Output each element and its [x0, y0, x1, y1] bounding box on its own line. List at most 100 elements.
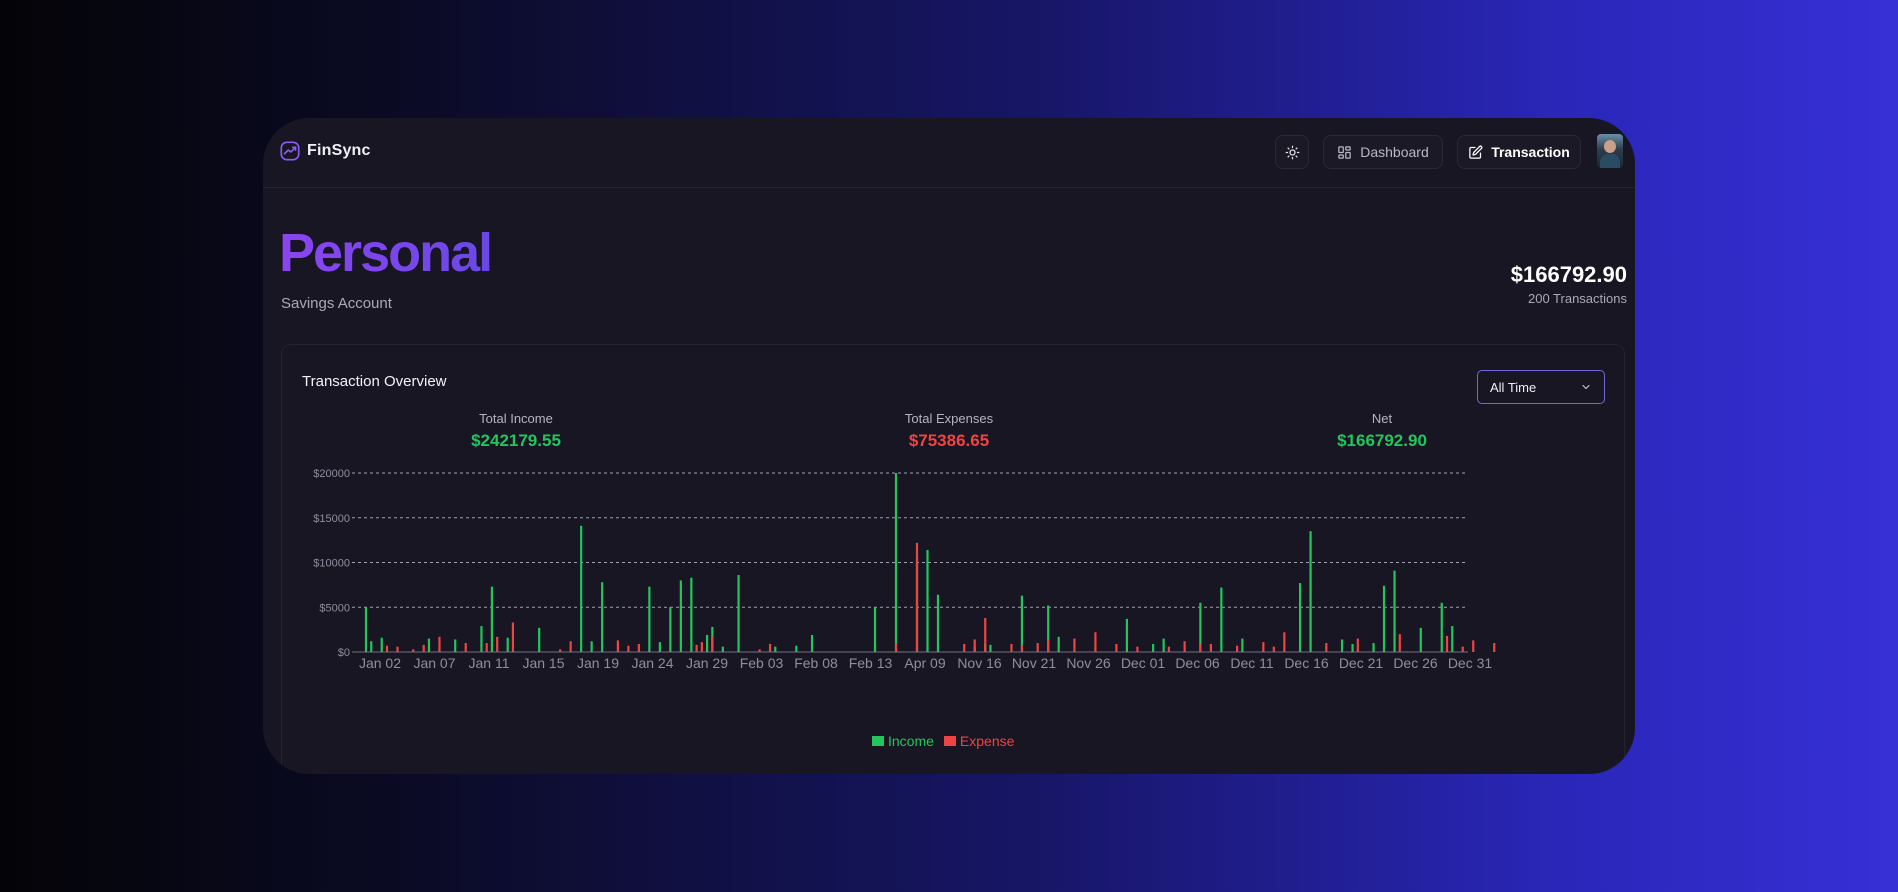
x-tick-label: Apr 09 — [904, 655, 945, 671]
income-bar — [580, 525, 583, 652]
x-tick-label: Feb 08 — [794, 655, 838, 671]
x-tick-label: Dec 06 — [1175, 655, 1220, 671]
expense-bar — [637, 643, 640, 652]
app-window: FinSync Dashboard Transaction Personal S… — [263, 118, 1635, 774]
expense-bar — [1010, 643, 1013, 652]
x-tick-label: Jan 02 — [359, 655, 401, 671]
expense-bar — [385, 645, 389, 652]
legend-income[interactable]: Income — [872, 733, 934, 749]
expense-bar — [768, 643, 772, 652]
theme-toggle-button[interactable] — [1275, 135, 1309, 169]
income-bar — [1351, 643, 1354, 652]
expense-bar — [1236, 645, 1239, 652]
expense-bar — [1461, 646, 1464, 652]
expense-bar — [569, 641, 572, 652]
income-bar — [364, 607, 368, 652]
income-bar — [590, 641, 593, 652]
brand[interactable]: FinSync — [279, 140, 371, 162]
expense-bar — [627, 645, 630, 652]
expense-bar — [1094, 632, 1097, 652]
income-bar — [1451, 626, 1454, 652]
income-bar — [1152, 643, 1155, 652]
expense-bar — [1020, 644, 1024, 652]
expense-bar — [1209, 643, 1212, 652]
income-bar — [1125, 618, 1129, 652]
income-bar — [1298, 583, 1302, 652]
x-tick-label: Feb 13 — [849, 655, 893, 671]
transactions-bar-chart: $0 $5000 $10000 $15000 $20000 Jan 02 Jan 07 Jan… — [313, 468, 1496, 671]
expense-bar — [1047, 639, 1050, 652]
income-bar — [737, 575, 740, 652]
income-bar — [1419, 627, 1422, 652]
income-bar — [427, 638, 431, 652]
x-tick-label: Jan 29 — [686, 655, 728, 671]
expense-bar — [438, 636, 441, 652]
income-bar — [506, 637, 509, 652]
expense-bar — [1073, 638, 1076, 652]
income-bar — [380, 637, 383, 652]
expense-bar — [396, 646, 399, 652]
y-tick-label: $5000 — [319, 602, 350, 614]
x-tick-label: Jan 19 — [577, 655, 619, 671]
expense-bar — [464, 643, 467, 652]
x-tick-label: Dec 11 — [1230, 655, 1274, 671]
transaction-count: 200 Transactions — [1527, 291, 1627, 306]
income-bar — [538, 627, 541, 652]
income-bar — [1372, 643, 1375, 652]
x-tick-label: Nov 16 — [957, 655, 1002, 671]
income-bar — [1309, 531, 1312, 652]
income-bar — [795, 645, 798, 652]
income-bar — [679, 580, 682, 652]
expense-bar — [1183, 641, 1186, 652]
income-bar — [1440, 602, 1443, 652]
x-tick-label: Nov 21 — [1012, 655, 1057, 671]
income-bar — [721, 646, 724, 652]
x-tick-label: Dec 01 — [1121, 655, 1166, 671]
income-bar — [810, 634, 814, 652]
expense-bar — [511, 622, 515, 652]
income-bar — [873, 607, 877, 652]
income-swatch — [872, 736, 884, 746]
account-balance: $166792.90 — [1510, 262, 1627, 287]
expense-bar — [616, 640, 619, 652]
user-avatar[interactable] — [1597, 134, 1623, 168]
dashboard-nav-button[interactable]: Dashboard — [1323, 135, 1443, 169]
expense-bar — [1445, 635, 1449, 652]
expense-bar — [1272, 646, 1275, 652]
top-navbar: FinSync Dashboard Transaction — [263, 118, 1635, 188]
expense-bar — [496, 636, 499, 652]
income-bar — [601, 582, 604, 652]
income-bar — [1241, 638, 1244, 652]
expense-bar — [963, 643, 966, 652]
y-tick-label: $20000 — [313, 468, 350, 480]
x-tick-label: Dec 26 — [1393, 655, 1438, 671]
x-tick-label: Dec 16 — [1284, 655, 1329, 671]
account-type: Savings Account — [281, 295, 392, 312]
legend-expense[interactable]: Expense — [943, 733, 1014, 749]
x-tick-label: Nov 26 — [1066, 655, 1111, 671]
expense-bar — [915, 542, 919, 652]
expense-bar — [1036, 643, 1039, 652]
page-title: Personal — [279, 223, 493, 283]
income-bar — [454, 639, 457, 652]
edit-icon — [1469, 145, 1483, 159]
income-bar — [1057, 636, 1060, 652]
transaction-nav-button[interactable]: Transaction — [1457, 135, 1581, 169]
income-bar — [894, 473, 898, 652]
x-tick-label: Jan 15 — [522, 655, 564, 671]
income-bar — [1393, 570, 1396, 652]
y-tick-label: $15000 — [313, 513, 350, 525]
income-bar — [989, 644, 992, 652]
expense-bar — [1199, 643, 1202, 652]
y-tick-label: $10000 — [313, 558, 350, 570]
y-tick-label: $0 — [338, 647, 350, 659]
income-bar — [1340, 639, 1344, 652]
expense-bar — [973, 639, 976, 652]
income-bar — [658, 642, 661, 652]
income-bar — [936, 594, 940, 652]
transaction-overview-panel: Transaction Overview All Time Total Inco… — [281, 344, 1625, 774]
legend-income-label: Income — [888, 733, 934, 749]
expense-bar — [412, 649, 415, 652]
expense-bar — [1136, 646, 1139, 652]
income-bar — [648, 586, 651, 652]
